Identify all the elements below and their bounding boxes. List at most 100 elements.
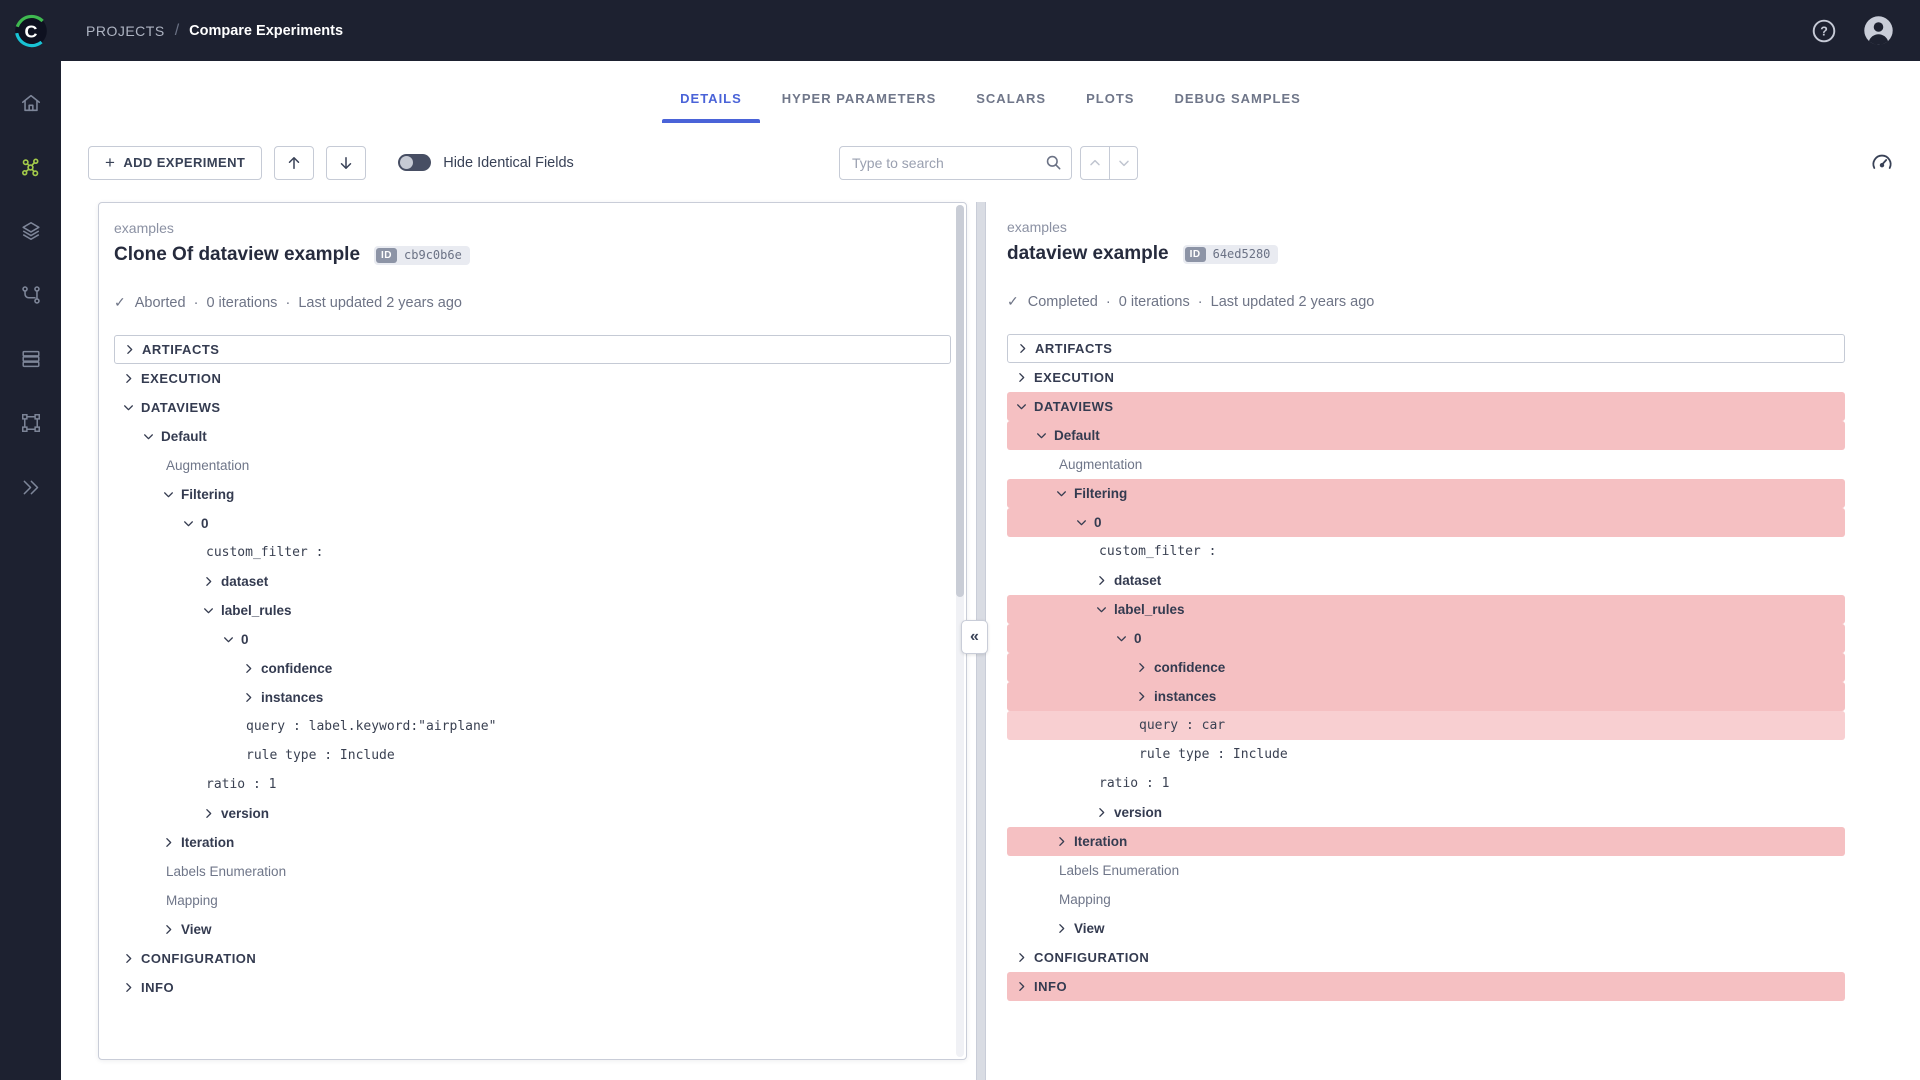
- tree-row-version[interactable]: version: [114, 799, 951, 828]
- tree-row-dataset[interactable]: dataset: [1007, 566, 1845, 595]
- scrollbar-thumb[interactable]: [956, 205, 964, 597]
- chevron-right-icon[interactable]: [122, 981, 135, 994]
- tree-row-iteration[interactable]: Iteration: [114, 828, 951, 857]
- chevron-right-icon[interactable]: [162, 836, 175, 849]
- search-box: [839, 146, 1072, 180]
- tree-row-version[interactable]: version: [1007, 798, 1845, 827]
- chevron-right-icon[interactable]: [1055, 922, 1068, 935]
- chevron-down-icon[interactable]: [142, 430, 155, 443]
- tree-row-iteration[interactable]: Iteration: [1007, 827, 1845, 856]
- toggle-knob: [400, 156, 413, 169]
- chevron-right-icon[interactable]: [1015, 980, 1028, 993]
- chevron-down-icon[interactable]: [222, 633, 235, 646]
- chevron-right-icon[interactable]: [122, 372, 135, 385]
- tree-row-0[interactable]: 0: [114, 625, 951, 654]
- tree-row-default[interactable]: Default: [1007, 421, 1845, 450]
- chevron-down-icon[interactable]: [162, 488, 175, 501]
- chevron-right-icon[interactable]: [1055, 835, 1068, 848]
- chevron-right-icon[interactable]: [1095, 574, 1108, 587]
- tree-row-0[interactable]: 0: [1007, 508, 1845, 537]
- sidebar-item-datasets[interactable]: [0, 199, 61, 263]
- chevron-down-icon[interactable]: [1055, 487, 1068, 500]
- chevron-right-icon[interactable]: [162, 923, 175, 936]
- tree-row-view[interactable]: View: [114, 915, 951, 944]
- tree-row-dataviews[interactable]: DATAVIEWS: [114, 393, 951, 422]
- experiment-id-badge[interactable]: ID cb9c0b6e: [374, 246, 470, 265]
- move-down-button[interactable]: [326, 146, 366, 180]
- chevron-right-icon[interactable]: [1095, 806, 1108, 819]
- user-avatar[interactable]: [1863, 15, 1894, 46]
- compare-view-button[interactable]: [1870, 151, 1894, 175]
- tree-row-configuration[interactable]: CONFIGURATION: [1007, 943, 1845, 972]
- id-value: 64ed5280: [1213, 247, 1271, 261]
- tab-details[interactable]: DETAILS: [662, 91, 760, 123]
- tree-row-execution[interactable]: EXECUTION: [1007, 363, 1845, 392]
- chevron-right-icon[interactable]: [122, 952, 135, 965]
- chevron-right-icon[interactable]: [202, 575, 215, 588]
- tree-row-filtering[interactable]: Filtering: [114, 480, 951, 509]
- chevron-right-icon[interactable]: [242, 662, 255, 675]
- tree-row-dataset[interactable]: dataset: [114, 567, 951, 596]
- tree-row-execution[interactable]: EXECUTION: [114, 364, 951, 393]
- sidebar-item-annotator[interactable]: [0, 391, 61, 455]
- tree-row-dataviews[interactable]: DATAVIEWS: [1007, 392, 1845, 421]
- previous-match-button[interactable]: [1081, 147, 1109, 179]
- tree-row-info[interactable]: INFO: [114, 973, 951, 1002]
- tree-node-label: confidence: [261, 661, 332, 676]
- tab-debug-samples[interactable]: DEBUG SAMPLES: [1156, 91, 1318, 123]
- breadcrumb-projects-link[interactable]: PROJECTS: [86, 23, 165, 39]
- tree-row-label-rules[interactable]: label_rules: [114, 596, 951, 625]
- chevron-down-icon[interactable]: [1035, 429, 1048, 442]
- move-up-button[interactable]: [274, 146, 314, 180]
- chevron-right-icon[interactable]: [202, 807, 215, 820]
- tree-row-default[interactable]: Default: [114, 422, 951, 451]
- chevron-right-icon[interactable]: [1016, 342, 1029, 355]
- tree-row-confidence[interactable]: confidence: [114, 654, 951, 683]
- tree-row-instances[interactable]: instances: [114, 683, 951, 712]
- chevron-right-icon[interactable]: [242, 691, 255, 704]
- tree-row-0[interactable]: 0: [114, 509, 951, 538]
- experiment-id-badge[interactable]: ID 64ed5280: [1183, 245, 1279, 264]
- chevron-right-icon[interactable]: [1015, 951, 1028, 964]
- chevron-right-icon[interactable]: [123, 343, 136, 356]
- chevron-down-icon[interactable]: [1115, 632, 1128, 645]
- sidebar-item-pipelines[interactable]: [0, 263, 61, 327]
- chevron-right-icon[interactable]: [1135, 690, 1148, 703]
- tree-row-info[interactable]: INFO: [1007, 972, 1845, 1001]
- chevron-down-icon[interactable]: [122, 401, 135, 414]
- tree-row-instances[interactable]: instances: [1007, 682, 1845, 711]
- next-match-button[interactable]: [1109, 147, 1137, 179]
- chevron-down-icon[interactable]: [1015, 400, 1028, 413]
- tree-row-view[interactable]: View: [1007, 914, 1845, 943]
- hide-identical-toggle[interactable]: [398, 154, 431, 171]
- search-input[interactable]: [839, 146, 1072, 180]
- tree-row-label-rules[interactable]: label_rules: [1007, 595, 1845, 624]
- chevron-down-icon[interactable]: [202, 604, 215, 617]
- clearml-logo[interactable]: C: [0, 0, 61, 61]
- tab-plots[interactable]: PLOTS: [1068, 91, 1152, 123]
- parameter-tree: ARTIFACTSEXECUTIONDATAVIEWSDefaultAugmen…: [99, 335, 966, 1002]
- chevron-down-icon[interactable]: [182, 517, 195, 530]
- tree-row-filtering[interactable]: Filtering: [1007, 479, 1845, 508]
- sidebar-item-queues[interactable]: [0, 327, 61, 391]
- tree-row-configuration[interactable]: CONFIGURATION: [114, 944, 951, 973]
- tree-row-confidence[interactable]: confidence: [1007, 653, 1845, 682]
- sidebar-item-projects[interactable]: [0, 135, 61, 199]
- help-icon[interactable]: ?: [1811, 18, 1837, 44]
- collapse-panel-button[interactable]: «: [961, 620, 988, 654]
- tree-row-0[interactable]: 0: [1007, 624, 1845, 653]
- chevron-right-icon[interactable]: [1135, 661, 1148, 674]
- chevron-right-icon[interactable]: [1015, 371, 1028, 384]
- tree-row-artifacts[interactable]: ARTIFACTS: [1007, 334, 1845, 363]
- tab-scalars[interactable]: SCALARS: [958, 91, 1064, 123]
- tree-row-artifacts[interactable]: ARTIFACTS: [114, 335, 951, 364]
- add-experiment-button[interactable]: + ADD EXPERIMENT: [88, 146, 262, 180]
- tree-node-label: 0: [1094, 515, 1102, 530]
- chevron-down-icon[interactable]: [1095, 603, 1108, 616]
- sidebar-item-applications[interactable]: [0, 455, 61, 519]
- status-text: Aborted · 0 iterations · Last updated 2 …: [135, 295, 462, 311]
- chevron-down-icon[interactable]: [1075, 516, 1088, 529]
- search-icon[interactable]: [1044, 153, 1063, 172]
- tab-hyper-parameters[interactable]: HYPER PARAMETERS: [764, 91, 954, 123]
- sidebar-item-home[interactable]: [0, 71, 61, 135]
